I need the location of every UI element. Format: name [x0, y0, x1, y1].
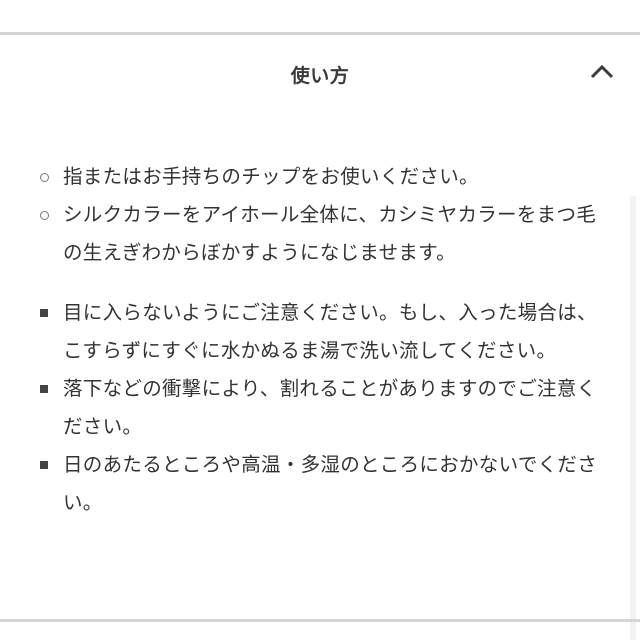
list-item: 日のあたるところや高温・多湿のところにおかないでください。 [40, 446, 605, 522]
scrollbar[interactable] [630, 196, 636, 640]
caution-list: 目に入らないようにご注意ください。もし、入った場合は、こすらずにすぐに水かぬるま… [40, 294, 605, 522]
list-item-text: 指またはお手持ちのチップをお使いください。 [63, 165, 479, 188]
list-item: シルクカラーをアイホール全体に、カシミヤカラーをまつ毛の生えぎわからぼかすように… [40, 196, 605, 272]
usage-list: 指またはお手持ちのチップをお使いください。 シルクカラーをアイホール全体に、カシ… [40, 158, 605, 272]
list-item-text: シルクカラーをアイホール全体に、カシミヤカラーをまつ毛の生えぎわからぼかすように… [63, 203, 597, 264]
accordion-content: 指またはお手持ちのチップをお使いください。 シルクカラーをアイホール全体に、カシ… [40, 158, 605, 522]
square-bullet-icon [40, 385, 48, 393]
list-item: 落下などの衝撃により、割れることがありますのでご注意ください。 [40, 370, 605, 446]
page: 使い方 指またはお手持ちのチップをお使いください。 シルクカラーをアイホール全体… [0, 0, 640, 640]
list-item-text: 目に入らないようにご注意ください。もし、入った場合は、こすらずにすぐに水かぬるま… [63, 301, 597, 362]
square-bullet-icon [40, 309, 48, 317]
accordion-header-usage[interactable]: 使い方 [0, 35, 640, 115]
bottom-divider [0, 619, 640, 622]
circle-bullet-icon [40, 211, 49, 220]
square-bullet-icon [40, 461, 48, 469]
list-item: 目に入らないようにご注意ください。もし、入った場合は、こすらずにすぐに水かぬるま… [40, 294, 605, 370]
circle-bullet-icon [40, 173, 49, 182]
list-item: 指またはお手持ちのチップをお使いください。 [40, 158, 605, 196]
list-item-text: 落下などの衝撃により、割れることがありますのでご注意ください。 [63, 377, 597, 438]
accordion-title: 使い方 [290, 65, 350, 87]
chevron-up-icon[interactable] [589, 62, 615, 80]
list-item-text: 日のあたるところや高温・多湿のところにおかないでください。 [63, 453, 598, 514]
